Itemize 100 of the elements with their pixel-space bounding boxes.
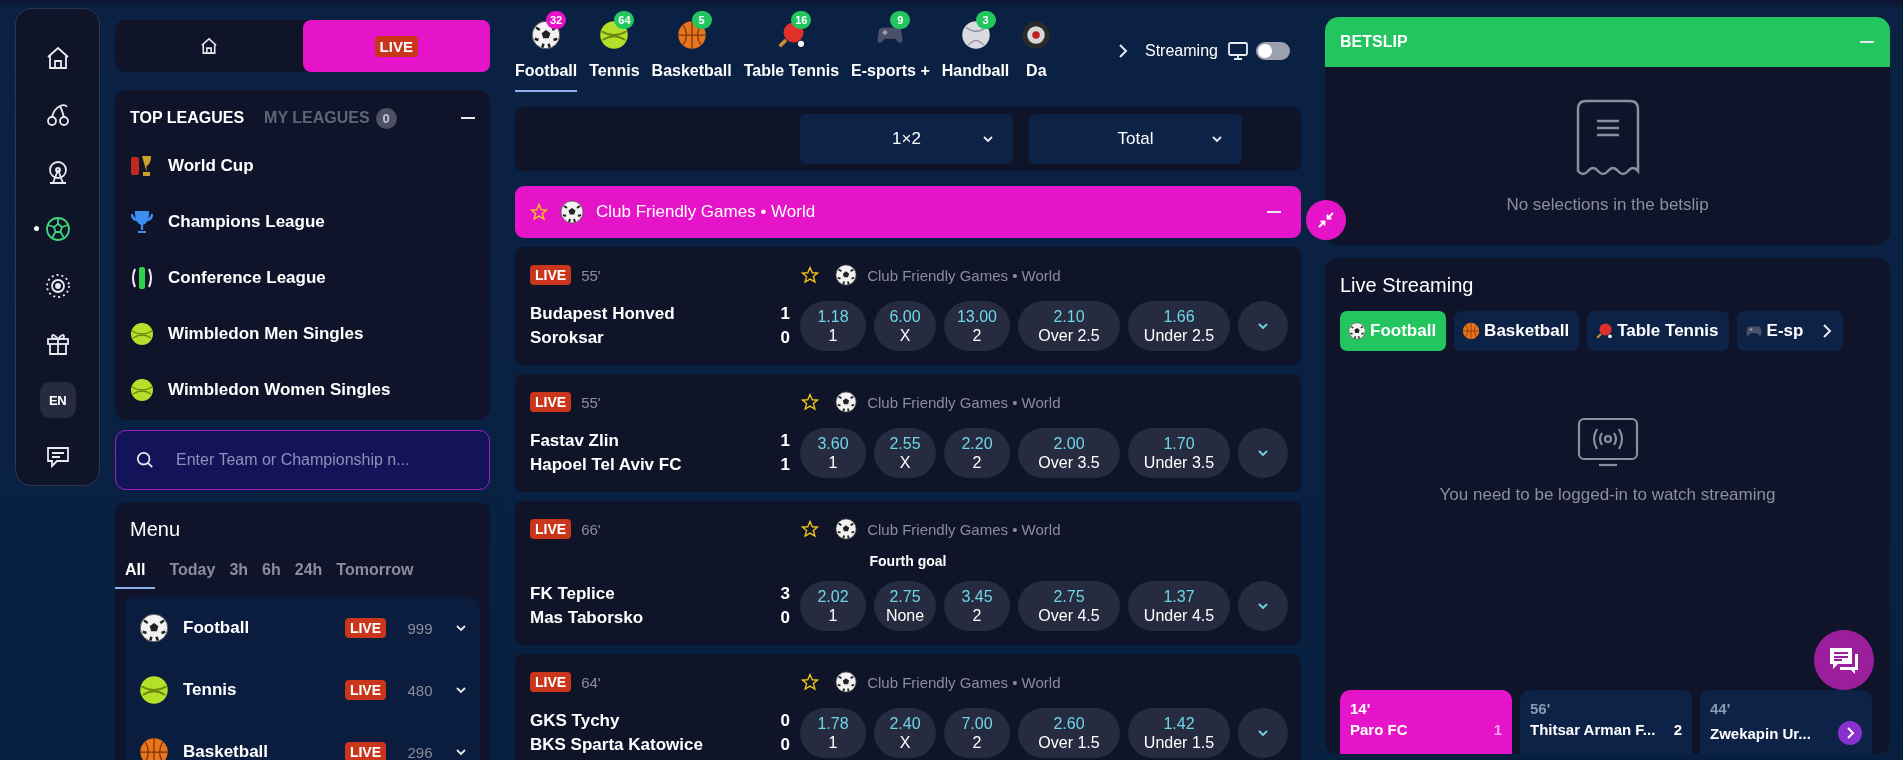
soccer-ball-icon — [835, 518, 858, 540]
market-dropdown[interactable]: Total — [1029, 114, 1242, 164]
odds-button[interactable]: 2.40 X — [874, 708, 936, 758]
league-link[interactable]: Champions League — [168, 212, 325, 232]
odds-button[interactable]: 6.00 X — [874, 301, 936, 351]
tab-label: E-sp — [1766, 321, 1804, 341]
tab-label: Table Tennis — [1617, 321, 1719, 341]
star-icon[interactable] — [801, 520, 820, 538]
match-minute: 66' — [581, 520, 602, 538]
stream-event-card[interactable]: 44' Zwekapin Ur... — [1700, 690, 1872, 754]
search-input[interactable]: Enter Team or Championship n... — [174, 450, 469, 470]
odds-button[interactable]: 2.10 Over 2.5 — [1018, 301, 1120, 351]
soccer-ball-icon — [560, 200, 584, 224]
odds-button[interactable]: 3.60 1 — [800, 428, 866, 478]
odds-button[interactable]: 2.00 Over 3.5 — [1018, 428, 1120, 478]
match-minute: 55' — [581, 393, 602, 411]
star-icon[interactable] — [801, 673, 820, 691]
star-icon[interactable] — [801, 266, 820, 284]
next-button[interactable] — [1838, 721, 1862, 745]
sport-tab[interactable]: 9 E-sports + — [851, 8, 930, 92]
streaming-label: Streaming — [1145, 42, 1218, 60]
match-minute: 55' — [581, 266, 602, 284]
odds-button[interactable]: 1.78 1 — [800, 708, 866, 758]
time-filter-tab[interactable]: 3h — [229, 555, 249, 589]
time-filter-tab[interactable]: 6h — [262, 555, 281, 589]
chat-icon — [1828, 646, 1860, 674]
odds-button[interactable]: 2.75 Over 4.5 — [1018, 581, 1120, 631]
league-link[interactable]: World Cup — [168, 156, 254, 176]
live-badge: LIVE — [530, 265, 572, 285]
league-link[interactable]: Wimbledon Men Singles — [168, 324, 364, 344]
odds-button[interactable]: 2.55 X — [874, 428, 936, 478]
odds-button[interactable]: 2.60 Over 1.5 — [1018, 708, 1120, 758]
odds-button[interactable]: 3.45 2 — [944, 581, 1010, 631]
roulette-icon[interactable] — [43, 272, 72, 300]
sport-tab[interactable]: 3 Handball — [941, 8, 1010, 92]
odds-button[interactable]: 1.70 Under 3.5 — [1128, 428, 1230, 478]
soccer-ball-icon — [1348, 322, 1366, 340]
live-badge: LIVE — [344, 680, 386, 700]
odds-button[interactable]: 2.20 2 — [944, 428, 1010, 478]
basketball-icon — [1462, 322, 1481, 340]
stream-event-card[interactable]: 56' Thitsar Arman F... 2 — [1520, 690, 1692, 754]
sport-row[interactable]: Basketball LIVE 296 — [125, 721, 480, 760]
sport-row[interactable]: Tennis LIVE 480 — [125, 659, 480, 721]
live-tab[interactable]: LIVE — [302, 20, 490, 72]
league-header[interactable]: Club Friendly Games • World — [515, 186, 1301, 238]
leagues-tab[interactable]: TOP LEAGUES — [130, 109, 245, 127]
sport-tab[interactable]: Da — [1021, 8, 1052, 92]
count-badge: 32 — [546, 11, 567, 29]
sport-tab[interactable]: Table Tennis — [1587, 311, 1729, 351]
soccer-ball-icon[interactable] — [43, 215, 72, 243]
sport-name: Football — [183, 618, 251, 638]
match-minute: 14' — [1350, 700, 1372, 717]
odds-button[interactable]: 13.00 2 — [944, 301, 1010, 351]
sport-tab[interactable]: Basketball — [1454, 311, 1580, 351]
time-filter-tab[interactable]: All — [115, 555, 156, 589]
time-filter-tab[interactable]: 24h — [294, 555, 323, 589]
star-icon[interactable] — [801, 393, 820, 411]
chevron-right-icon — [1845, 727, 1855, 739]
odds-button[interactable]: 1.37 Under 4.5 — [1128, 581, 1230, 631]
tab-label: Football — [1370, 321, 1437, 341]
sport-tab[interactable]: 32 Football — [515, 8, 578, 92]
team-name: Budapest Honved — [530, 303, 675, 325]
team-score: 0 — [780, 710, 790, 732]
odds-button[interactable]: 2.02 1 — [800, 581, 866, 631]
team-score: 1 — [780, 303, 790, 325]
league-link[interactable]: Conference League — [168, 268, 326, 288]
event-count: 296 — [406, 743, 434, 760]
sport-tab[interactable]: 5 Basketball — [651, 8, 732, 92]
cup-icon — [130, 209, 154, 235]
sport-tab[interactable]: 64 Tennis — [589, 8, 640, 92]
sport-tab[interactable]: E-sp — [1736, 311, 1844, 351]
team-name: Thitsar Arman F... — [1530, 721, 1656, 738]
odds-button[interactable]: 2.75 None — [874, 581, 936, 631]
stream-event-card[interactable]: 14' Paro FC 1 — [1340, 690, 1512, 754]
odds-button[interactable]: 7.00 2 — [944, 708, 1010, 758]
time-filter-tab[interactable]: Today — [169, 555, 216, 589]
betslip-title: BETSLIP — [1340, 33, 1408, 51]
team-name: Hapoel Tel Aviv FC — [530, 454, 682, 476]
search-field[interactable]: Enter Team or Championship n... — [115, 430, 490, 490]
sport-row[interactable]: Football LIVE 999 — [125, 597, 480, 659]
odds-button[interactable]: 1.66 Under 2.5 — [1128, 301, 1230, 351]
team-name: Paro FC — [1350, 721, 1408, 738]
match-minute: 56' — [1530, 700, 1552, 717]
streaming-toggle[interactable] — [1255, 42, 1290, 60]
star-icon[interactable] — [530, 203, 548, 221]
time-filter-tab[interactable]: Tomorrow — [336, 555, 414, 589]
chevron-right-icon[interactable] — [1821, 323, 1834, 339]
sport-tab[interactable]: 16 Table Tennis — [743, 8, 840, 92]
language-button[interactable]: EN — [39, 382, 76, 418]
league-name: Club Friendly Games • World — [867, 673, 1061, 691]
league-link[interactable]: Wimbledon Women Singles — [168, 380, 391, 400]
odds-button[interactable]: 1.42 Under 1.5 — [1128, 708, 1230, 758]
live-badge: LIVE — [344, 618, 386, 638]
market-dropdown[interactable]: 1×2 — [800, 114, 1013, 164]
odds-button[interactable]: 1.18 1 — [800, 301, 866, 351]
login-message: You need to be logged-in to watch streaming — [1439, 485, 1776, 505]
chevron-right-icon[interactable] — [1117, 43, 1129, 59]
count-badge: 5 — [691, 11, 712, 29]
league-name: Club Friendly Games • World — [867, 393, 1061, 411]
collapse-button[interactable] — [1306, 200, 1346, 240]
